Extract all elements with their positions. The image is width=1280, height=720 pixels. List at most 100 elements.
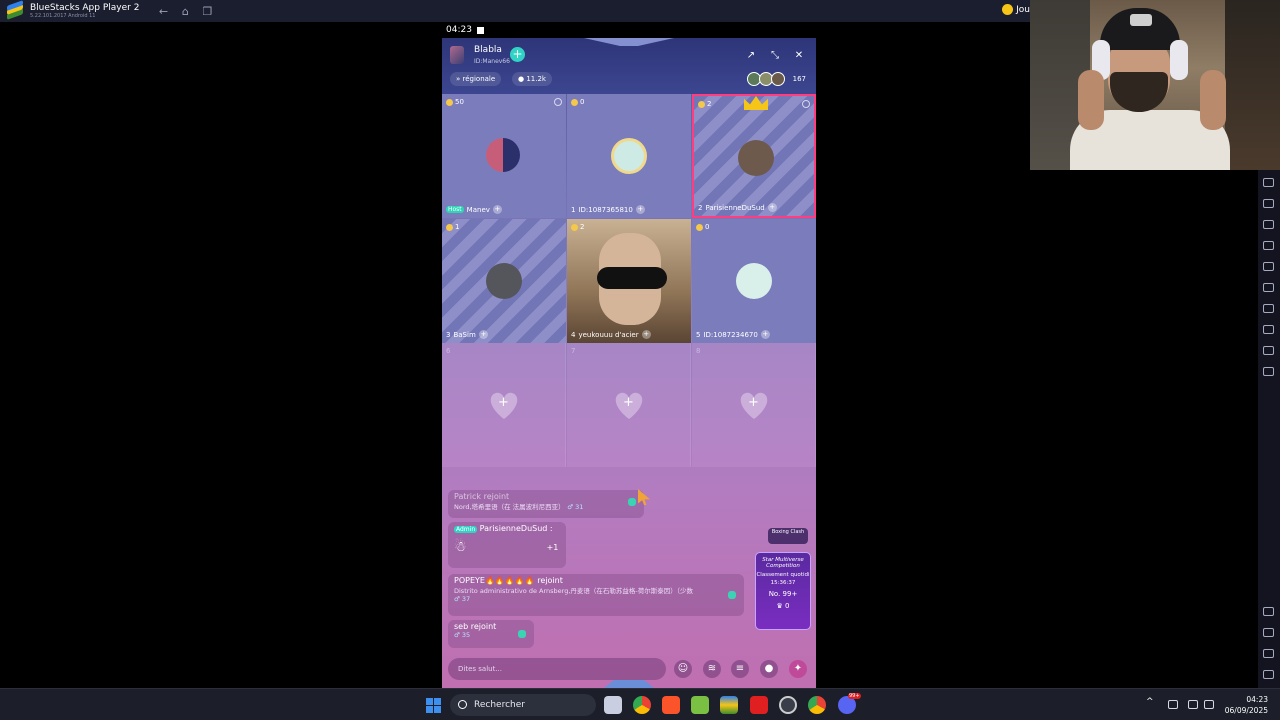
screenshot-icon[interactable] [1263,199,1274,208]
chrome-icon[interactable] [633,696,651,714]
gift-icon[interactable]: ✦ [789,660,807,678]
status-time: 04:23 [446,25,472,35]
app-icon[interactable] [691,696,709,714]
bluestacks-taskbar-icon[interactable] [720,696,738,714]
volume-icon[interactable] [1204,700,1214,709]
ranking-widget[interactable]: Star Multiverse Competition Classement q… [755,552,811,630]
room-name: Blabla [474,45,502,55]
seat-4[interactable]: 2 4 yeukouuu d'acier + [567,219,691,343]
bluestacks-sidebar [1258,170,1280,688]
seat-name: ParisienneDuSud [705,203,765,212]
coin-icon [571,223,578,231]
region-tag[interactable]: » régionale [450,72,502,86]
follow-button[interactable]: + [510,47,525,62]
crown-icon [744,96,768,110]
avatar [736,263,772,299]
ranking-score: 0 [785,602,790,610]
heat-value: 11.2k [526,75,546,83]
add-friend-icon[interactable]: + [635,205,645,214]
game-icon[interactable]: ● [760,660,778,678]
seat-name: ID:1087365810 [578,205,633,214]
add-friend-icon[interactable]: + [641,330,651,339]
android-home-icon[interactable] [1263,649,1274,658]
phone-screen: 04:23 Blabla ID:Manev66 + ↗ ⤡ ✕ » région… [442,22,816,688]
chat-user: Patrick rejoint [454,492,510,501]
viewer-count: 167 [792,75,806,83]
seat-3[interactable]: 1 3 BaSim + [442,219,566,343]
voice-icon[interactable]: ≋ [703,660,721,678]
seat-2[interactable]: 2 2 ParisienneDuSud + [692,94,816,218]
room-id: ID:Manev66 [474,58,510,65]
account-label: Jou [1016,4,1030,15]
share-icon[interactable]: ↗ [744,49,758,63]
seat-name: BaSim [453,330,476,339]
bluestacks-logo-icon [6,0,24,20]
wave-icon[interactable] [518,630,526,638]
airplane-icon[interactable] [1263,262,1274,271]
menu-icon[interactable]: ≡ [731,660,749,678]
mic-icon [802,100,810,108]
emoji-icon[interactable]: ☺ [674,660,692,678]
wave-icon[interactable] [628,498,636,506]
smiley-icon [1002,4,1014,15]
brave-icon[interactable] [662,696,680,714]
steam-icon[interactable] [779,696,797,714]
recent-apps-icon[interactable]: ❐ [201,5,213,18]
location-icon[interactable] [1263,325,1274,334]
coin-icon [446,223,453,231]
boxing-clash-button[interactable]: Boxing Clash [768,528,808,544]
add-friend-icon[interactable]: + [760,330,770,339]
clock-date: 06/09/2025 [1224,706,1268,715]
youtube-icon[interactable] [750,696,768,714]
add-friend-icon[interactable]: + [767,203,777,212]
search-label: Rechercher [474,700,525,710]
seat-8-empty[interactable]: 8 + [692,343,816,467]
minimize-icon[interactable]: ⤡ [768,49,782,63]
android-back-icon[interactable] [1263,628,1274,637]
erase-icon[interactable] [1263,304,1274,313]
home-icon[interactable]: ⌂ [179,5,191,18]
wave-icon[interactable] [728,591,736,599]
chrome-icon[interactable] [808,696,826,714]
seat-1[interactable]: 0 1 ID:1087365810 + [567,94,691,218]
network-icon[interactable] [1188,700,1198,709]
room-avatar[interactable] [450,46,464,64]
viewer-list[interactable]: 167 [746,72,806,86]
rotate-icon[interactable] [1263,283,1274,292]
sync-icon[interactable] [1263,367,1274,376]
chevron-up-icon[interactable]: ^ [1146,697,1156,707]
chat-message: Patrick rejoint Nord,塔希里语（在 法属波利尼西亚） ♂ 3… [448,490,644,518]
close-icon[interactable]: ✕ [792,49,806,63]
media-icon[interactable] [1263,241,1274,250]
microphone-icon[interactable] [1168,700,1178,709]
seat-7-empty[interactable]: 7 + [567,343,691,467]
add-friend-icon[interactable]: + [492,205,502,214]
performance-icon[interactable] [1263,178,1274,187]
taskbar-search[interactable]: Rechercher [450,694,596,716]
sticker-icon: ☃ [454,539,467,555]
seat-5[interactable]: 0 5 ID:1087234670 + [692,219,816,343]
android-recents-icon[interactable] [1263,670,1274,679]
settings-icon[interactable] [1263,607,1274,616]
windows-start-icon[interactable] [426,698,441,713]
viewer-avatar [770,72,785,86]
bluestacks-title: BlueStacks App Player 2 [30,2,140,13]
clock[interactable]: 04:23 06/09/2025 [1225,694,1268,716]
seat-name: Manev [466,205,490,214]
seat-host[interactable]: 50 Host Manev + [442,94,566,218]
chat-location: Nord,塔希里语（在 法属波利尼西亚） [454,503,565,511]
account-button[interactable]: Jou [1002,4,1030,15]
android-status-bar: 04:23 [442,22,816,38]
ranking-timer: 15:36:37 [770,580,796,586]
chat-location: Distrito administrativo de Arnsberg,丹麦语（… [454,587,693,595]
add-friend-icon[interactable]: + [478,330,488,339]
back-arrow-icon[interactable]: ← [157,5,169,18]
seat-6-empty[interactable]: 6 + [442,343,566,467]
ranking-rank: No. 99+ [768,590,798,598]
layers-icon[interactable] [1263,346,1274,355]
file-explorer-icon[interactable] [604,696,622,714]
record-icon[interactable] [1263,220,1274,229]
heat-counter[interactable]: ● 11.2k [512,72,552,86]
avatar [486,138,520,172]
chat-input[interactable]: Dites salut... [448,658,666,680]
